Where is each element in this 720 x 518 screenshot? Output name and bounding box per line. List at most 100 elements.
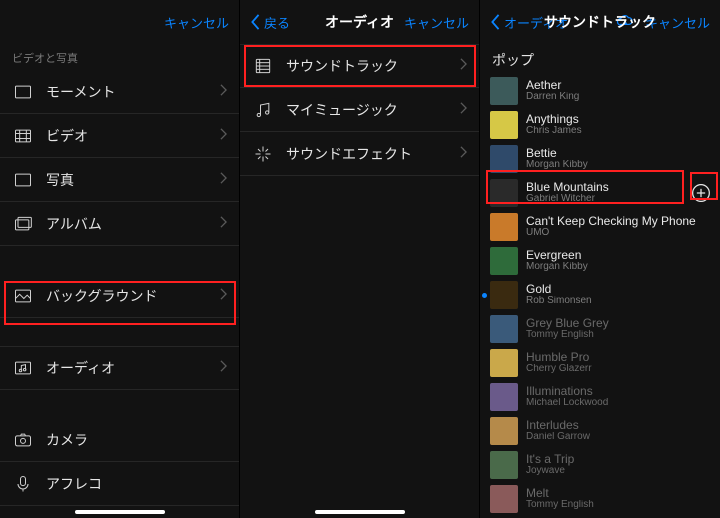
row-soundeffect[interactable]: サウンドエフェクト — [240, 132, 479, 176]
row-label: サウンドエフェクト — [286, 144, 460, 164]
cancel-button[interactable]: キャンセル — [164, 13, 229, 32]
navbar: オーディオ サウンドトラック キャンセル — [480, 0, 720, 44]
track-row[interactable]: Grey Blue GreyTommy English — [480, 312, 720, 346]
track-artist: Cherry Glazerr — [526, 364, 712, 375]
home-indicator — [75, 510, 165, 514]
chevron-right-icon — [220, 127, 227, 145]
row-background[interactable]: バックグラウンド — [0, 274, 239, 318]
page-title: サウンドトラック — [544, 12, 656, 32]
track-row[interactable]: Can't Keep Checking My PhoneUMO — [480, 210, 720, 244]
row-label: ビデオ — [46, 126, 220, 146]
track-meta: BettieMorgan Kibby — [526, 147, 712, 170]
row-label: マイミュージック — [286, 100, 460, 120]
track-meta: InterludesDaniel Garrow — [526, 419, 712, 442]
album-art — [490, 111, 518, 139]
music-note-icon — [252, 99, 274, 121]
track-title: Bettie — [526, 147, 712, 160]
row-label: バックグラウンド — [46, 286, 220, 306]
track-row[interactable]: MeltTommy English — [480, 482, 720, 516]
camera-icon — [12, 429, 34, 451]
track-title: Gold — [526, 283, 712, 296]
chevron-left-icon — [490, 14, 500, 30]
row-voiceover[interactable]: アフレコ — [0, 462, 239, 506]
track-meta: GoldRob Simonsen — [526, 283, 712, 306]
track-title: Humble Pro — [526, 351, 712, 364]
album-art — [490, 213, 518, 241]
track-row[interactable]: BettieMorgan Kibby — [480, 142, 720, 176]
track-row[interactable]: Humble ProCherry Glazerr — [480, 346, 720, 380]
track-title: Blue Mountains — [526, 181, 682, 194]
chevron-right-icon — [220, 171, 227, 189]
track-row[interactable]: AetherDarren King — [480, 74, 720, 108]
track-row[interactable]: GoldRob Simonsen — [480, 278, 720, 312]
album-art — [490, 349, 518, 377]
track-row[interactable]: InterludesDaniel Garrow — [480, 414, 720, 448]
track-meta: IlluminationsMichael Lockwood — [526, 385, 712, 408]
screen-media-picker: キャンセル ビデオと写真 モーメント ビデオ 写真 アルバム バックグラウンド … — [0, 0, 240, 518]
chevron-right-icon — [460, 57, 467, 75]
page-title: オーディオ — [325, 12, 394, 32]
back-button[interactable]: 戻る — [250, 13, 290, 32]
row-album[interactable]: アルバム — [0, 202, 239, 246]
album-icon — [12, 213, 34, 235]
add-track-button[interactable] — [690, 182, 712, 204]
track-title: Aether — [526, 79, 712, 92]
microphone-icon — [12, 473, 34, 495]
navbar: キャンセル — [0, 0, 239, 44]
track-artist: Morgan Kibby — [526, 160, 712, 171]
track-artist: Michael Lockwood — [526, 398, 712, 409]
track-title: Grey Blue Grey — [526, 317, 712, 330]
chevron-right-icon — [220, 83, 227, 101]
chevron-right-icon — [220, 287, 227, 305]
home-indicator — [315, 510, 405, 514]
track-artist: Daniel Garrow — [526, 432, 712, 443]
video-icon — [12, 125, 34, 147]
row-label: アフレコ — [46, 474, 227, 494]
album-art — [490, 145, 518, 173]
cancel-button[interactable]: キャンセル — [404, 13, 469, 32]
album-art — [490, 383, 518, 411]
row-soundtrack[interactable]: サウンドトラック — [240, 44, 479, 88]
row-label: サウンドトラック — [286, 56, 460, 76]
album-art — [490, 315, 518, 343]
photo-icon — [12, 169, 34, 191]
sparkle-icon — [252, 143, 274, 165]
track-row[interactable]: EvergreenMorgan Kibby — [480, 244, 720, 278]
row-video[interactable]: ビデオ — [0, 114, 239, 158]
track-artist: Joywave — [526, 466, 712, 477]
now-playing-dot — [482, 293, 487, 298]
moment-icon — [12, 81, 34, 103]
track-list: AetherDarren King AnythingsChris James Bet… — [480, 74, 720, 516]
track-row[interactable]: Blue MountainsGabriel Witcher — [480, 176, 720, 210]
album-art — [490, 179, 518, 207]
track-meta: AnythingsChris James — [526, 113, 712, 136]
row-mymusic[interactable]: マイミュージック — [240, 88, 479, 132]
album-art — [490, 485, 518, 513]
track-meta: Grey Blue GreyTommy English — [526, 317, 712, 340]
row-camera[interactable]: カメラ — [0, 418, 239, 462]
row-label: カメラ — [46, 430, 227, 450]
track-artist: UMO — [526, 228, 712, 239]
row-photo[interactable]: 写真 — [0, 158, 239, 202]
group-label: ポップ — [480, 44, 720, 74]
soundtrack-icon — [252, 55, 274, 77]
album-art — [490, 417, 518, 445]
navbar: 戻る オーディオ キャンセル — [240, 0, 479, 44]
track-row[interactable]: AnythingsChris James — [480, 108, 720, 142]
track-row[interactable]: It's a TripJoywave — [480, 448, 720, 482]
track-meta: AetherDarren King — [526, 79, 712, 102]
row-moment[interactable]: モーメント — [0, 70, 239, 114]
track-title: Anythings — [526, 113, 712, 126]
back-label: 戻る — [264, 13, 290, 32]
row-audio[interactable]: オーディオ — [0, 346, 239, 390]
screen-audio: 戻る オーディオ キャンセル サウンドトラック マイミュージック サウンドエフェ… — [240, 0, 480, 518]
row-label: 写真 — [46, 170, 220, 190]
chevron-right-icon — [220, 215, 227, 233]
chevron-left-icon — [250, 14, 260, 30]
album-art — [490, 451, 518, 479]
track-meta: Humble ProCherry Glazerr — [526, 351, 712, 374]
album-art — [490, 77, 518, 105]
screen-soundtrack: オーディオ サウンドトラック キャンセル ポップ AetherDarren Ki… — [480, 0, 720, 518]
track-artist: Darren King — [526, 92, 712, 103]
track-row[interactable]: IlluminationsMichael Lockwood — [480, 380, 720, 414]
